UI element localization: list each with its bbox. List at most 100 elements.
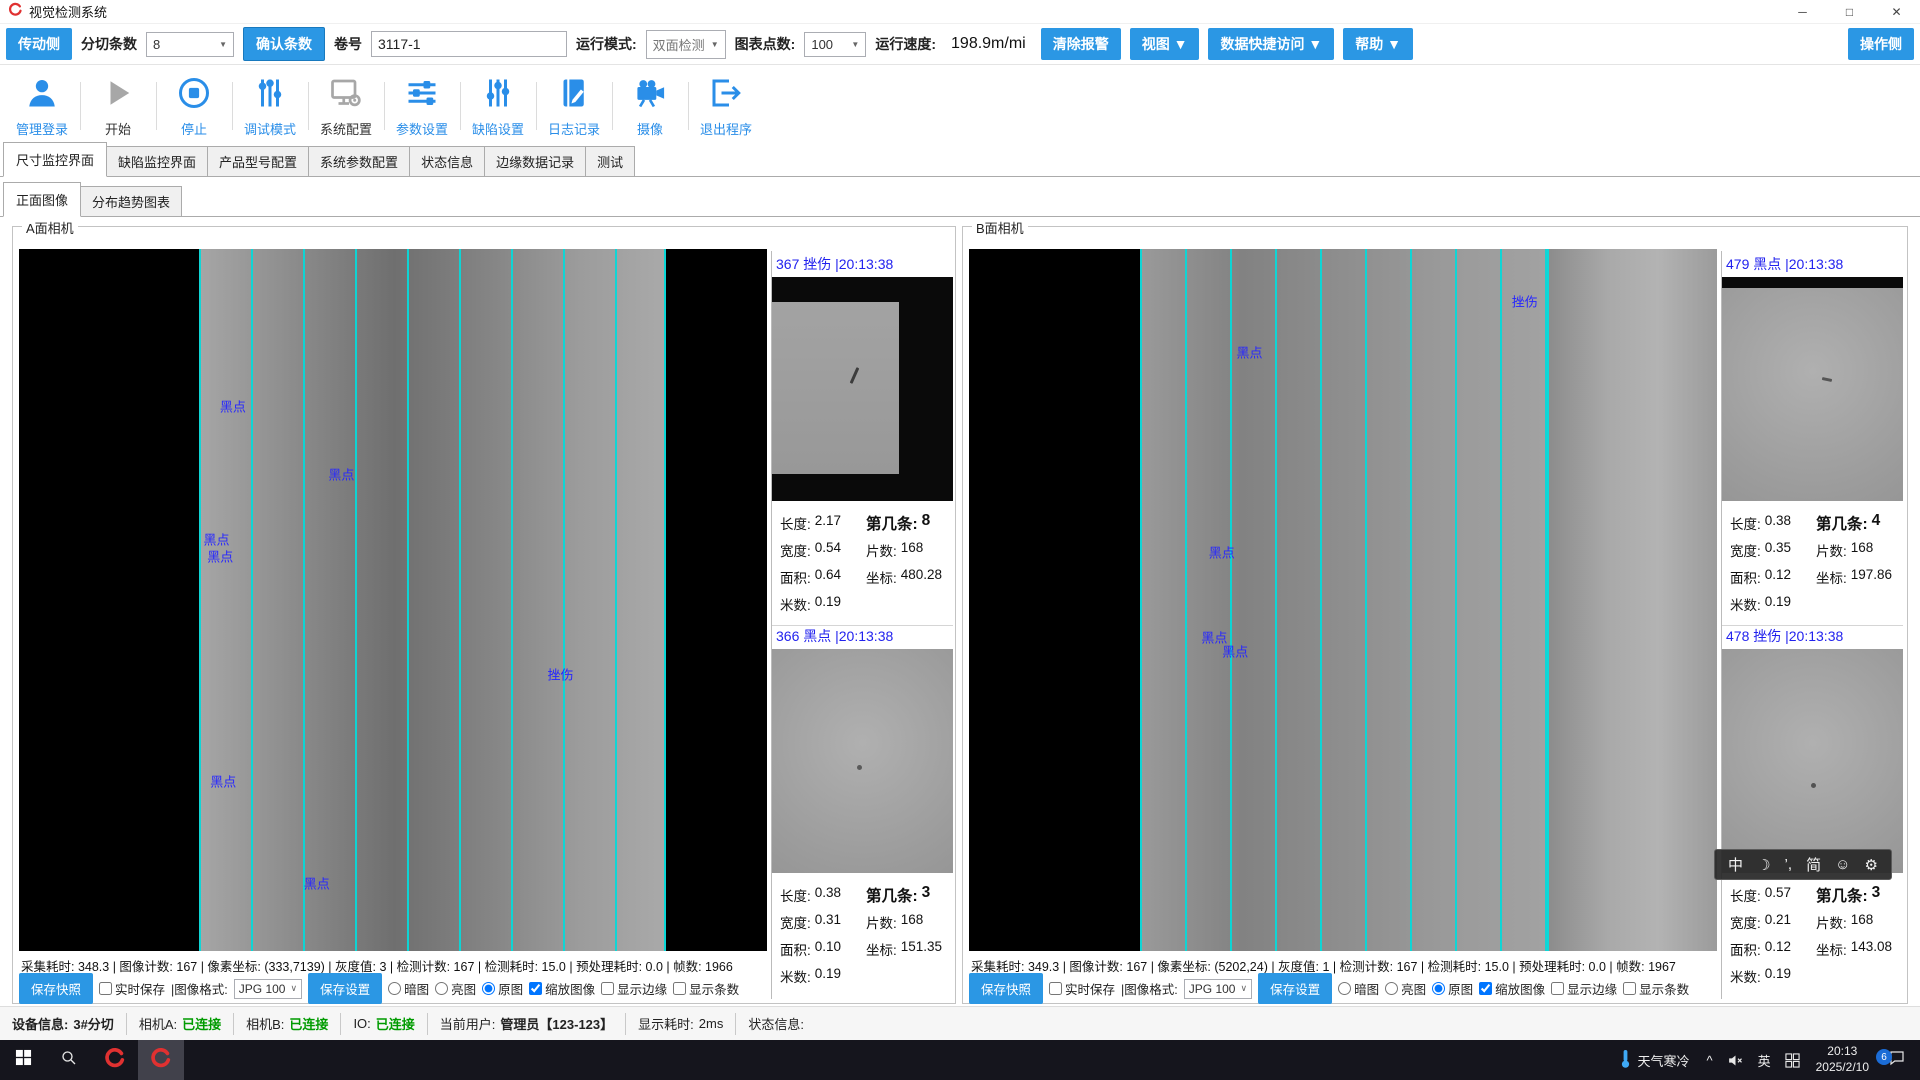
defect-card[interactable]: 478 挫伤 |20:13:38 长度:0.57 第几条:3 宽度:0.21 片… [1722,623,1903,989]
exit-program-button[interactable]: 退出程序 [688,66,764,146]
defect-annotation: 黑点 [1209,543,1235,562]
minimize-button[interactable]: ─ [1779,0,1826,23]
tab-system-param-config[interactable]: 系统参数配置 [308,146,410,176]
show-strips-checkbox[interactable]: 显示条数 [1623,979,1689,998]
defect-measurements: 长度:0.38 第几条:4 宽度:0.35 片数:168 面积:0.12 坐标:… [1722,501,1903,617]
video-camera-icon [632,75,668,116]
camera-a-title: A面相机 [22,218,78,237]
camera-b-strip-image [1140,249,1550,951]
zoom-image-checkbox[interactable]: 缩放图像 [529,979,595,998]
camera-b-title: B面相机 [972,218,1028,237]
tab-test[interactable]: 测试 [585,146,635,176]
capture-image-button[interactable]: 摄像 [612,66,688,146]
defect-annotation: 挫伤 [548,665,574,684]
ime-settings-gear-icon[interactable]: ⚙ [1864,856,1877,874]
ime-language-bar: 中 ☽ ’, 简 ☺ ⚙ [1714,849,1892,880]
system-tray: 天气寒冷 ^ 英 20:13 2025/2/10 6 [1609,1040,1920,1080]
original-image-radio[interactable]: 原图 [1432,979,1473,998]
chevron-down-icon: ▼ [711,40,719,49]
operator-side-button[interactable]: 操作侧 [1848,28,1914,60]
admin-login-button[interactable]: 管理登录 [4,66,80,146]
data-quick-access-menu-button[interactable]: 数据快捷访问 ▼ [1208,28,1334,60]
search-icon [60,1049,78,1072]
tab-status-info[interactable]: 状态信息 [409,146,485,176]
save-settings-button[interactable]: 保存设置 [1258,973,1332,1004]
search-button[interactable] [46,1040,92,1080]
bright-image-radio[interactable]: 亮图 [1385,979,1426,998]
camera-b-image-view[interactable]: 挫伤 黑点 黑点 黑点 黑点 [969,249,1717,951]
defect-thumbnail [772,649,953,873]
network-icon[interactable] [1778,1040,1807,1080]
ime-simplified-toggle[interactable]: 简 [1806,854,1821,875]
original-image-radio[interactable]: 原图 [482,979,523,998]
tab-product-model-config[interactable]: 产品型号配置 [207,146,309,176]
tab-edge-data-record[interactable]: 边缘数据记录 [484,146,586,176]
defect-card[interactable]: 367 挫伤 |20:13:38 长度:2.17 第几条:8 宽度:0.54 片… [772,251,953,626]
ime-language-indicator[interactable]: 英 [1751,1040,1778,1080]
defect-settings-button[interactable]: 缺陷设置 [460,66,536,146]
windows-start-icon [15,1049,32,1071]
tab-front-image[interactable]: 正面图像 [3,182,81,217]
icon-toolbar: 管理登录 开始 停止 调试模式 系统配置 参数设置 缺陷设置 日志记录 [0,66,1920,146]
hidden-icons-chevron[interactable]: ^ [1699,1040,1719,1080]
show-edges-checkbox[interactable]: 显示边缘 [1551,979,1617,998]
stop-button[interactable]: 停止 [156,66,232,146]
dark-image-radio[interactable]: 暗图 [388,979,429,998]
confirm-count-button[interactable]: 确认条数 [243,27,325,61]
ime-emoji-icon[interactable]: ☺ [1835,856,1850,873]
dark-image-radio[interactable]: 暗图 [1338,979,1379,998]
tab-size-monitor[interactable]: 尺寸监控界面 [3,142,107,177]
volume-muted-icon[interactable] [1720,1040,1751,1080]
zoom-image-checkbox[interactable]: 缩放图像 [1479,979,1545,998]
pinned-app-button[interactable] [92,1040,138,1080]
roll-number-label: 卷号 [334,34,362,54]
defect-card[interactable]: 479 黑点 |20:13:38 长度:0.38 第几条:4 宽度:0.35 片… [1722,251,1903,626]
ime-punctuation-icon[interactable]: ’, [1785,856,1793,873]
ime-fullwidth-icon[interactable]: ☽ [1757,856,1770,874]
sliders-horizontal-icon [404,75,440,116]
start-menu-button[interactable] [0,1040,46,1080]
chevron-down-icon: ∨ [1240,983,1247,994]
maximize-button[interactable]: □ [1826,0,1873,23]
tab-defect-monitor[interactable]: 缺陷监控界面 [106,146,208,176]
clock-widget[interactable]: 20:13 2025/2/10 [1807,1044,1878,1075]
save-snapshot-button[interactable]: 保存快照 [969,973,1043,1004]
chart-points-select[interactable]: 100▼ [804,32,866,57]
log-record-button[interactable]: 日志记录 [536,66,612,146]
notification-center-button[interactable]: 6 [1878,1040,1920,1080]
slit-count-select[interactable]: 8▼ [146,32,234,57]
start-button[interactable]: 开始 [80,66,156,146]
show-strips-checkbox[interactable]: 显示条数 [673,979,739,998]
camera-a-defect-panel: 367 挫伤 |20:13:38 长度:2.17 第几条:8 宽度:0.54 片… [771,251,953,999]
main-tabbar: 尺寸监控界面 缺陷监控界面 产品型号配置 系统参数配置 状态信息 边缘数据记录 … [0,147,1920,177]
stop-icon [176,75,212,116]
defect-card[interactable]: 366 黑点 |20:13:38 长度:0.38 第几条:3 宽度:0.31 片… [772,623,953,989]
roll-number-input[interactable]: 3117-1 [371,31,567,57]
defect-measurements: 长度:0.57 第几条:3 宽度:0.21 片数:168 面积:0.12 坐标:… [1722,873,1903,989]
clear-alarm-button[interactable]: 清除报警 [1041,28,1121,60]
clock-time: 20:13 [1816,1044,1869,1060]
image-format-select[interactable]: JPG 100∨ [1184,979,1252,999]
system-config-button[interactable]: 系统配置 [308,66,384,146]
slit-count-label: 分切条数 [81,34,137,54]
save-settings-button[interactable]: 保存设置 [308,973,382,1004]
help-menu-button[interactable]: 帮助 ▼ [1343,28,1413,60]
view-menu-button[interactable]: 视图 ▼ [1130,28,1200,60]
camera-a-image-view[interactable]: 黑点 黑点 黑点 黑点 挫伤 黑点 黑点 [19,249,767,951]
close-button[interactable]: ✕ [1873,0,1920,23]
weather-widget[interactable]: 天气寒冷 [1609,1040,1699,1080]
image-format-select[interactable]: JPG 100∨ [234,979,302,999]
drive-side-button[interactable]: 传动侧 [6,28,72,60]
bright-image-radio[interactable]: 亮图 [435,979,476,998]
ime-chinese-toggle[interactable]: 中 [1728,854,1743,875]
tab-distribution-chart[interactable]: 分布趋势图表 [80,186,182,216]
realtime-save-checkbox[interactable]: 实时保存 [99,979,165,998]
show-edges-checkbox[interactable]: 显示边缘 [601,979,667,998]
running-app-button[interactable] [138,1040,184,1080]
realtime-save-checkbox[interactable]: 实时保存 [1049,979,1115,998]
parameter-settings-button[interactable]: 参数设置 [384,66,460,146]
debug-mode-button[interactable]: 调试模式 [232,66,308,146]
save-snapshot-button[interactable]: 保存快照 [19,973,93,1004]
run-mode-select[interactable]: 双面检测▼ [646,30,726,59]
camera-a-connection-cell: 相机A: 已连接 [127,1013,234,1035]
